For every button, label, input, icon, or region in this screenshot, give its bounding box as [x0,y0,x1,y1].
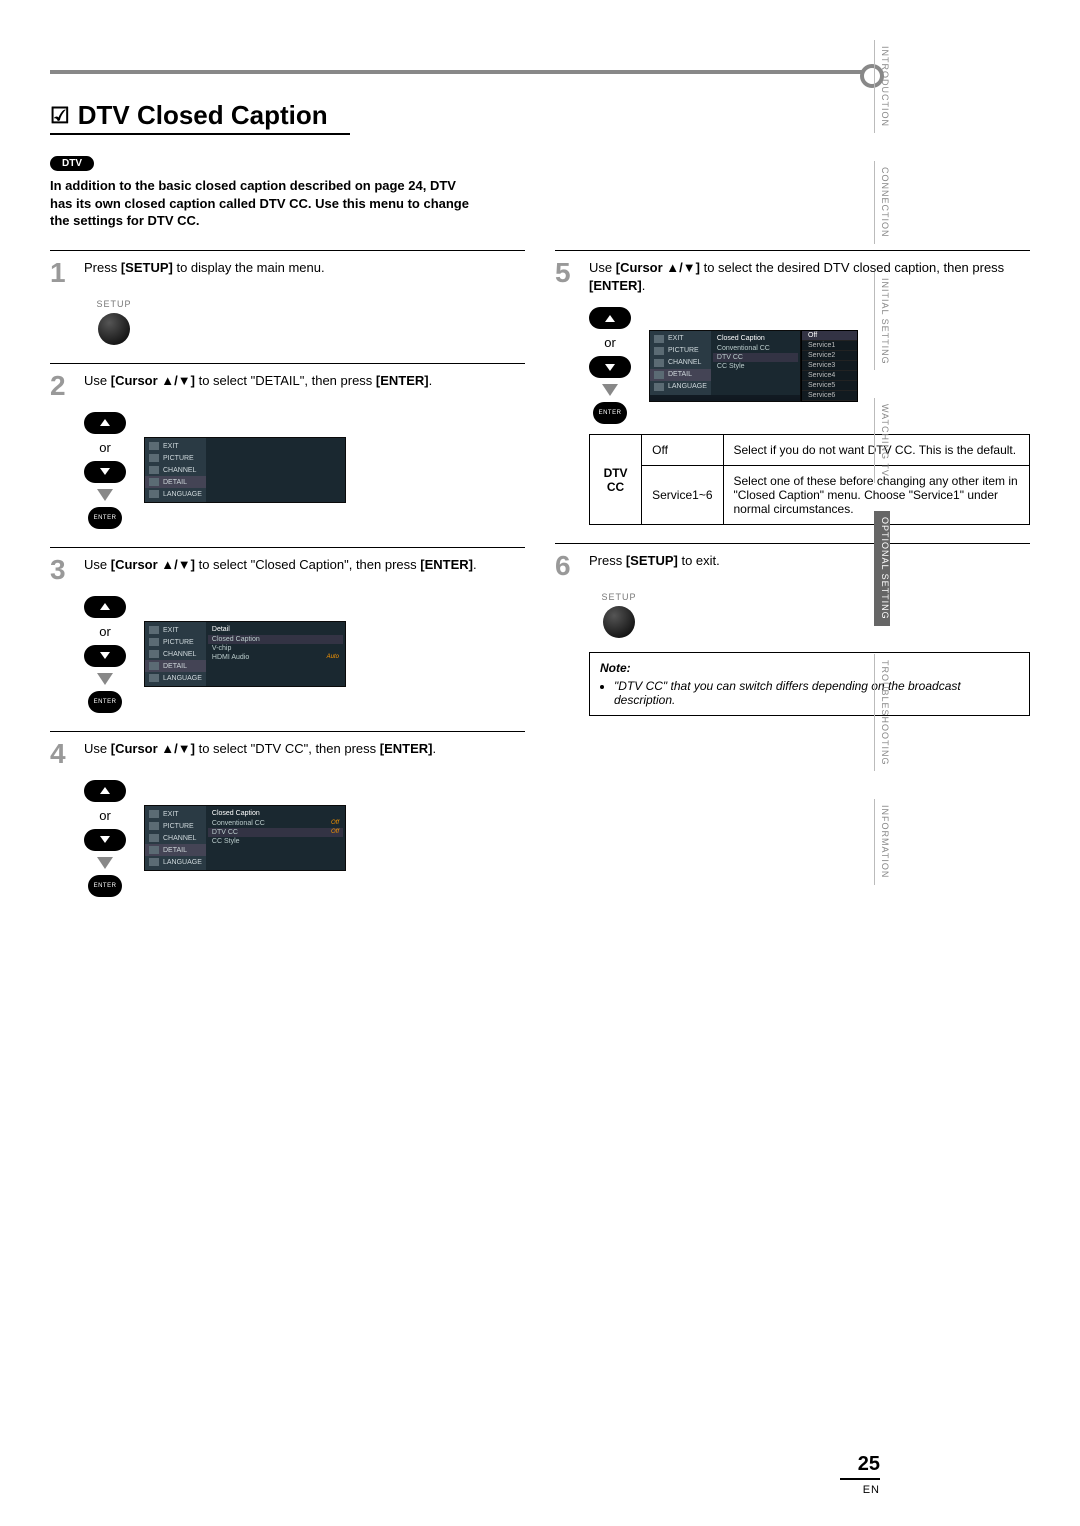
or-label: or [604,335,616,350]
remote-nav-cluster: or ENTER [84,412,126,529]
section-tabs: INTRODUCTION CONNECTION INITIAL SETTING … [874,40,890,885]
cursor-down-icon [84,829,126,851]
step-number: 2 [50,372,74,400]
or-label: or [99,808,111,823]
tab-introduction: INTRODUCTION [874,40,890,133]
step-2: 2 Use [Cursor ▲/▼] to select "DETAIL", t… [50,363,525,400]
dtv-badge: DTV [50,156,94,171]
step-6-body: SETUP Note: "DTV CC" that you can switch… [589,592,1030,716]
dtvcc-options-table: DTV CC Off Select if you do not want DTV… [589,434,1030,525]
page-number: 25 [858,1453,880,1476]
note-item: "DTV CC" that you can switch differs dep… [614,679,1019,707]
heading-text: DTV Closed Caption [78,100,328,131]
page-language: EN [863,1484,880,1496]
osd-menu-detail: EXIT PICTURE CHANNEL DETAIL LANGUAGE Det… [144,621,346,687]
step-1: 1 Press [SETUP] to display the main menu… [50,250,525,287]
step-text: Use [Cursor ▲/▼] to select "Closed Capti… [84,556,477,584]
step-4: 4 Use [Cursor ▲/▼] to select "DTV CC", t… [50,731,525,768]
step-6: 6 Press [SETUP] to exit. [555,543,1030,580]
intro-text: In addition to the basic closed caption … [50,177,470,230]
cursor-up-icon [84,596,126,618]
arrow-down-icon [97,857,113,869]
manual-page: INTRODUCTION CONNECTION INITIAL SETTING … [0,0,1080,1526]
osd-menu-dtvcc: EXIT PICTURE CHANNEL DETAIL LANGUAGE Clo… [649,330,801,402]
remote-nav-cluster: or ENTER [84,780,126,897]
step-text: Press [SETUP] to display the main menu. [84,259,325,287]
osd-menu-main: EXIT PICTURE CHANNEL DETAIL LANGUAGE [144,437,346,503]
step-number: 5 [555,259,579,295]
step-5: 5 Use [Cursor ▲/▼] to select the desired… [555,250,1030,295]
step-text: Press [SETUP] to exit. [589,552,720,580]
tab-initial-setting: INITIAL SETTING [874,272,890,371]
page-number-rule [840,1478,880,1480]
cursor-up-icon [589,307,631,329]
setup-label: SETUP [589,592,649,602]
step-5-body: or ENTER EXIT PICTURE CHANNEL [589,307,1030,525]
top-rule [50,70,880,74]
table-rowhead: DTV CC [590,435,642,525]
step-1-body: SETUP [84,299,525,345]
remote-nav-cluster: or ENTER [589,307,631,424]
step-number: 4 [50,740,74,768]
enter-button-icon: ENTER [88,507,122,529]
heading-underline [50,133,350,135]
or-label: or [99,624,111,639]
osd-menu-closed-caption: EXIT PICTURE CHANNEL DETAIL LANGUAGE Clo… [144,805,346,871]
tab-troubleshooting: TROUBLESHOOTING [874,654,890,772]
step-3: 3 Use [Cursor ▲/▼] to select "Closed Cap… [50,547,525,584]
setup-button-icon [603,606,635,638]
tab-information: INFORMATION [874,799,890,884]
cursor-down-icon [84,461,126,483]
note-box: Note: "DTV CC" that you can switch diffe… [589,652,1030,716]
step-2-body: or ENTER EXIT PICTURE CHANNEL DETAIL [84,412,525,529]
right-column: 5 Use [Cursor ▲/▼] to select the desired… [555,250,1030,915]
table-cell: Off [642,435,723,466]
step-text: Use [Cursor ▲/▼] to select "DETAIL", the… [84,372,432,400]
note-header: Note: [600,661,1019,675]
cursor-down-icon [84,645,126,667]
left-column: 1 Press [SETUP] to display the main menu… [50,250,525,915]
tab-connection: CONNECTION [874,161,890,244]
table-cell: Service1~6 [642,466,723,525]
arrow-down-icon [97,673,113,685]
or-label: or [99,440,111,455]
cursor-up-icon [84,780,126,802]
check-icon: ☑ [50,103,70,129]
tab-optional-setting: OPTIONAL SETTING [874,511,890,626]
step-number: 3 [50,556,74,584]
enter-button-icon: ENTER [593,402,627,424]
step-4-body: or ENTER EXIT PICTURE CHANNEL DETAIL [84,780,525,897]
setup-label: SETUP [84,299,144,309]
cursor-down-icon [589,356,631,378]
enter-button-icon: ENTER [88,875,122,897]
arrow-down-icon [602,384,618,396]
setup-button-icon [98,313,130,345]
arrow-down-icon [97,489,113,501]
step-text: Use [Cursor ▲/▼] to select "DTV CC", the… [84,740,436,768]
enter-button-icon: ENTER [88,691,122,713]
cursor-up-icon [84,412,126,434]
dtvcc-option-list: Off Service1 Service2 Service3 Service4 … [801,330,858,402]
step-number: 6 [555,552,579,580]
step-number: 1 [50,259,74,287]
remote-nav-cluster: or ENTER [84,596,126,713]
tab-watching-tv: WATCHING TV [874,398,890,483]
step-text: Use [Cursor ▲/▼] to select the desired D… [589,259,1030,295]
step-3-body: or ENTER EXIT PICTURE CHANNEL DETAIL [84,596,525,713]
